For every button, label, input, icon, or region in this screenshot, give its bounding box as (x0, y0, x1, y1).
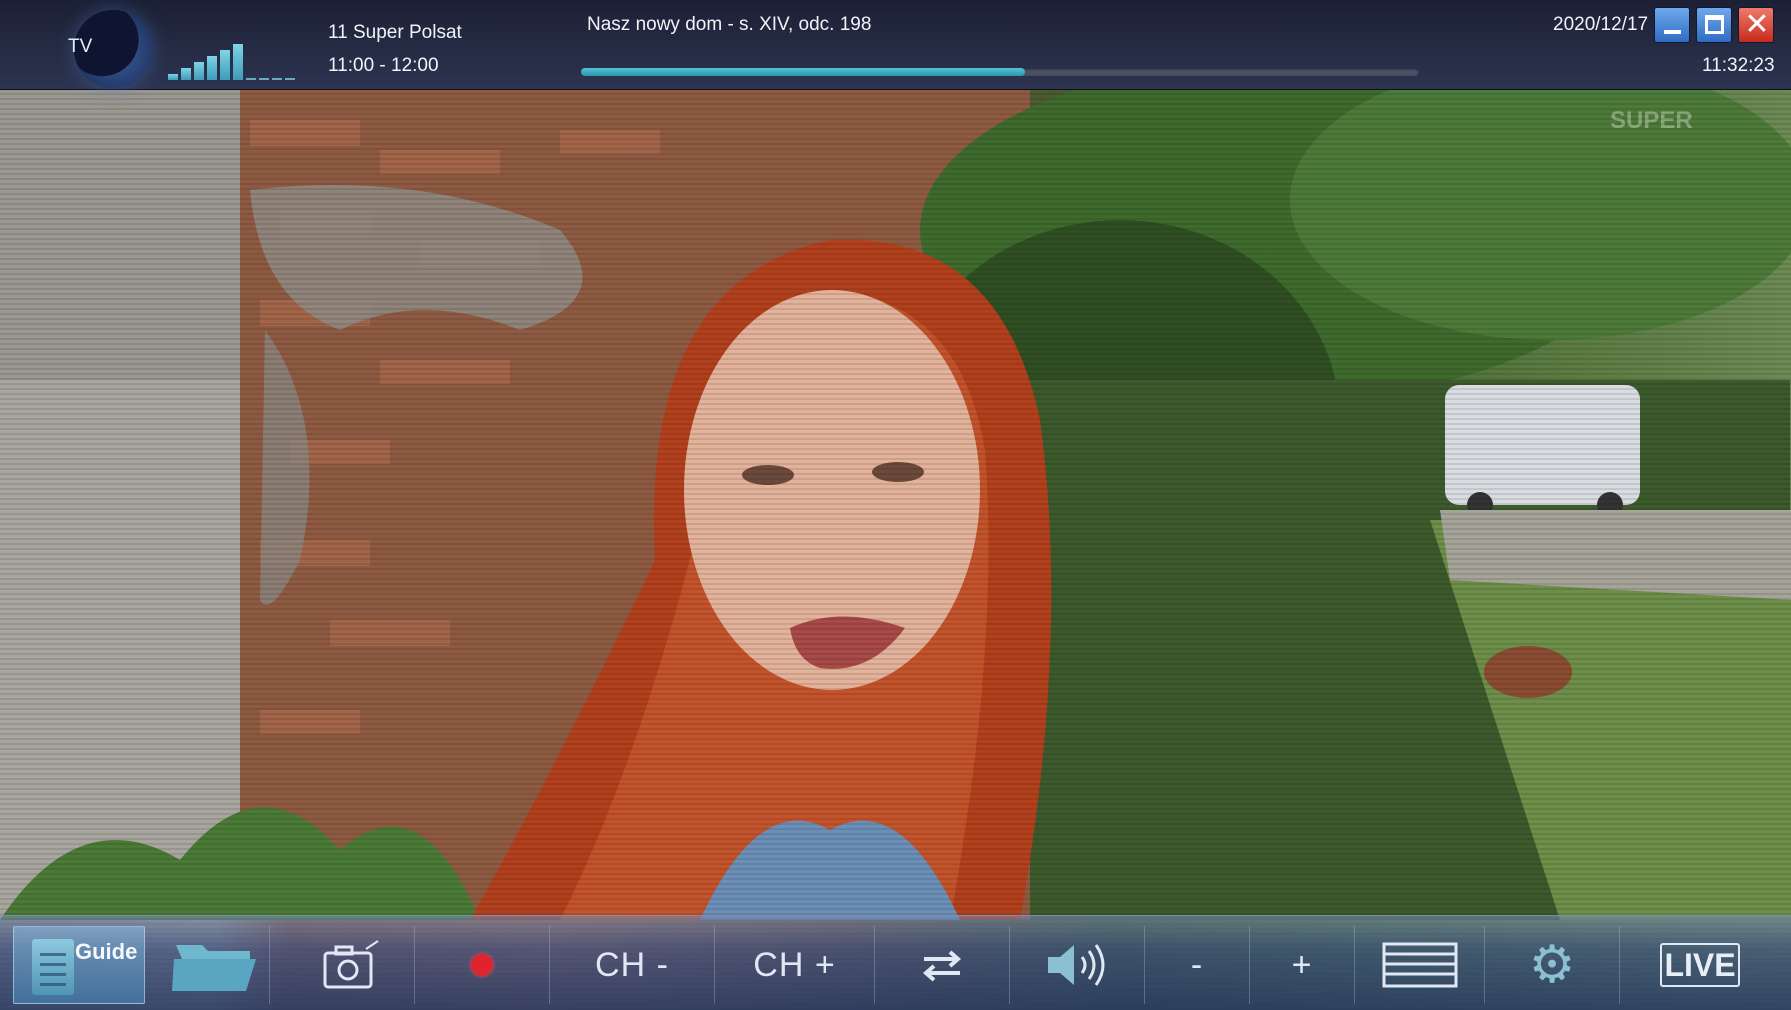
top-info-bar: TV 11 Super Polsat 11:00 - 12:00 Nasz no… (0, 0, 1791, 90)
guide-label: Guide (75, 939, 138, 964)
signal-bar (233, 44, 243, 80)
list-icon (1382, 942, 1457, 988)
channel-up-button[interactable]: CH + (715, 926, 875, 1004)
gear-icon: ⚙ (1528, 935, 1576, 995)
minimize-icon (1664, 30, 1681, 34)
tv-logo-label: TV (68, 36, 93, 57)
volume-up-label: + (1291, 945, 1313, 984)
swap-channels-button[interactable] (875, 926, 1010, 1004)
tv-player-window: SUPER TV 11 Super Polsat 11:00 - 12:00 N… (0, 0, 1791, 1010)
close-button[interactable]: ✕ (1738, 7, 1774, 43)
program-progress-fill (581, 68, 1026, 76)
program-time-range: 11:00 - 12:00 (328, 55, 439, 76)
volume-down-label: - (1190, 945, 1204, 984)
live-tv-icon: LIVE (1660, 943, 1740, 987)
video-frame[interactable]: SUPER (0, 0, 1791, 1010)
signal-strength-indicator (168, 36, 318, 80)
camera-icon (323, 940, 379, 989)
signal-bar-empty (246, 78, 256, 80)
signal-bar (194, 62, 204, 80)
signal-bar (207, 56, 217, 80)
swap-channels-icon (922, 950, 962, 982)
speaker-icon (1048, 944, 1105, 986)
record-icon (471, 954, 493, 976)
open-folder-button[interactable] (160, 926, 270, 1004)
close-icon: ✕ (1744, 7, 1770, 42)
maximize-icon (1705, 15, 1724, 34)
tv-logo[interactable]: TV (46, 6, 164, 88)
channel-list-button[interactable] (1355, 926, 1485, 1004)
clock-display: 11:32:23 (1702, 55, 1775, 76)
signal-bar (168, 74, 178, 80)
signal-bar (181, 68, 191, 80)
channel-down-button[interactable]: CH - (550, 926, 715, 1004)
live-button[interactable]: LIVE (1620, 926, 1780, 1004)
settings-button[interactable]: ⚙ (1485, 926, 1620, 1004)
maximize-button[interactable] (1696, 7, 1732, 43)
volume-button[interactable] (1010, 926, 1145, 1004)
guide-button[interactable]: Guide (13, 926, 145, 1004)
program-title: Nasz nowy dom - s. XIV, odc. 198 (587, 14, 872, 35)
signal-bar (220, 50, 230, 80)
signal-bar-empty (272, 78, 282, 80)
signal-bar-empty (259, 78, 269, 80)
svg-text:SUPER: SUPER (1610, 107, 1693, 134)
video-picture: SUPER (0, 60, 1791, 920)
date-display: 2020/12/17 (1553, 14, 1649, 35)
record-button[interactable] (415, 926, 550, 1004)
program-progress-bar (581, 68, 1419, 76)
snapshot-button[interactable] (290, 926, 415, 1004)
channel-down-label: CH - (595, 945, 669, 984)
channel-name: 11 Super Polsat (328, 22, 462, 43)
channel-up-label: CH + (753, 945, 836, 984)
volume-down-button[interactable]: - (1145, 926, 1250, 1004)
control-toolbar: Guide CH - CH + - + ⚙ LIVE (0, 915, 1791, 1010)
live-label: LIVE (1664, 947, 1736, 983)
signal-bar-empty (285, 78, 295, 80)
folder-icon (171, 945, 256, 991)
guide-icon (32, 939, 74, 995)
volume-up-button[interactable]: + (1250, 926, 1355, 1004)
minimize-button[interactable] (1654, 7, 1690, 43)
